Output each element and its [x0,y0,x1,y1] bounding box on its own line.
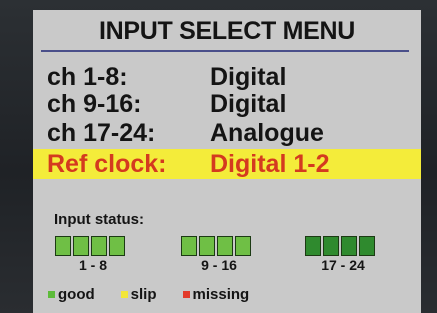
status-indicator [341,236,357,256]
legend-swatch-missing [182,291,190,298]
status-group-1-8 [55,236,125,256]
status-indicator [109,236,125,256]
legend-swatch-slip [120,291,128,298]
row-label: ch 9-16: [47,90,142,118]
status-group-9-16 [181,236,251,256]
legend-label: slip [130,286,157,303]
legend-item-missing: missing [182,286,250,303]
input-status-title: Input status: [54,211,144,228]
status-indicator [181,236,197,256]
status-indicator [235,236,251,256]
legend-label: missing [192,286,250,303]
status-indicator [55,236,71,256]
status-indicator [359,236,375,256]
title-divider [41,50,409,52]
status-indicator [199,236,215,256]
lcd-screen: INPUT SELECT MENU ch 1-8: Digital ch 9-1… [33,10,421,313]
row-label: ch 1-8: [47,63,128,91]
menu-title: INPUT SELECT MENU [98,17,356,45]
status-group-label: 17 - 24 [321,257,365,273]
row-label: ch 17-24: [47,119,156,147]
legend-label: good [58,286,95,303]
menu-row-ch1-8[interactable]: ch 1-8: Digital [33,62,421,92]
status-indicator [323,236,339,256]
row-value: Digital [210,90,287,118]
menu-row-ch9-16[interactable]: ch 9-16: Digital [33,89,421,119]
status-indicator [217,236,233,256]
row-label: Ref clock: [47,150,167,178]
status-indicator [73,236,89,256]
legend-item-good: good [48,286,95,303]
menu-row-ch17-24[interactable]: ch 17-24: Analogue [33,118,421,148]
status-legend: good slip missing [48,286,275,303]
menu-row-ref-clock-selected[interactable]: Ref clock: Digital 1-2 [33,149,421,179]
legend-swatch-good [48,291,55,298]
legend-item-slip: slip [120,286,157,303]
status-group-label: 9 - 16 [201,257,237,273]
status-group-17-24 [305,236,375,256]
status-indicator [305,236,321,256]
row-value: Analogue [210,119,324,147]
row-value: Digital 1-2 [210,150,330,178]
status-group-label: 1 - 8 [78,257,107,273]
row-value: Digital [210,63,287,91]
status-indicator [91,236,107,256]
